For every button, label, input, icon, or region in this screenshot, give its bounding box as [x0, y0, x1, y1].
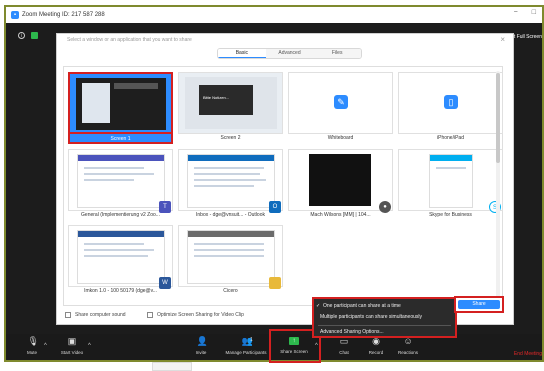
grid-scrollbar[interactable] [496, 71, 500, 299]
share-options-grid: Screen 1 Bitte Notizen... Screen 2 ✎ Whi… [63, 66, 503, 306]
menu-one-participant[interactable]: One participant can share at a time [323, 303, 401, 309]
invite-button[interactable]: 👤 Invite [181, 336, 221, 360]
tile-thumbnail: Bitte Notizen... [178, 72, 283, 134]
chat-icon: ▭ [339, 336, 349, 346]
tile-label: General (Implementierung v2 Zoo... [81, 212, 160, 218]
maximize-button[interactable]: □ [532, 9, 536, 16]
dialog-header: Select a window or an application that y… [57, 34, 513, 46]
tile-thumbnail: ✎ [288, 72, 393, 134]
share-dialog: Select a window or an application that y… [56, 33, 514, 325]
mute-label: Mute [26, 350, 37, 355]
zoom-window: ▪ Zoom Meeting ID: 217 587 288 − □ i Exi… [4, 5, 544, 362]
preview-text: Bitte Notizen... [203, 95, 230, 100]
check-icon: ✓ [316, 303, 321, 309]
tile-thumbnail [68, 149, 173, 211]
manage-participants-label: Manage Participants [225, 350, 267, 355]
start-video-button[interactable]: ▣ Start Video [52, 336, 92, 360]
menu-advanced-sharing[interactable]: Advanced Sharing Options... [320, 329, 384, 335]
zoom-app-icon: ▪ [11, 11, 19, 19]
dialog-hint: Select a window or an application that y… [67, 37, 192, 43]
share-tile-whiteboard[interactable]: ✎ Whiteboard [288, 72, 393, 144]
optimize-video-label: Optimize Screen Sharing for Video Clip [157, 312, 244, 318]
window-controls: − □ [514, 9, 536, 16]
video-off-icon: ▣ [67, 336, 77, 346]
minimize-button[interactable]: − [514, 9, 518, 16]
end-meeting-button[interactable]: End Meeting [514, 351, 542, 357]
tile-label: Screen 1 [68, 134, 173, 144]
tile-thumbnail [178, 149, 283, 211]
tile-thumbnail [288, 149, 393, 211]
video-options-chevron-icon[interactable]: ^ [88, 343, 91, 349]
add-person-icon: 👤 [196, 336, 208, 346]
share-button-highlight: Share [454, 296, 504, 313]
share-tile-outlook[interactable]: O Inbox - dge@vnsuit... - Outlook [178, 149, 283, 221]
share-button[interactable]: Share [458, 300, 500, 309]
meeting-status-icons: i [18, 32, 38, 39]
lock-icon[interactable] [31, 32, 38, 39]
reactions-icon: ☺ [403, 336, 413, 346]
share-sound-checkbox[interactable] [65, 312, 71, 318]
device-icon: ▯ [444, 95, 458, 109]
invite-label: Invite [195, 350, 207, 355]
tile-label: Mach Wilsons [MM] | 104... [310, 212, 371, 218]
tile-label: iPhone/iPad [437, 135, 464, 141]
tile-thumbnail [68, 225, 173, 287]
tile-label: Skype for Business [429, 212, 472, 218]
reactions-label: Reactions [397, 350, 418, 355]
share-tile-cicero[interactable]: Cicero [178, 225, 283, 297]
window-title: Zoom Meeting ID: 217 587 288 [22, 12, 105, 18]
share-tile-teams[interactable]: T General (Implementierung v2 Zoo... [68, 149, 173, 221]
microphone-icon: 🎙 [27, 336, 39, 346]
start-video-label: Start Video [60, 350, 84, 355]
tab-basic[interactable]: Basic [218, 49, 266, 58]
taskbar-strip [0, 362, 544, 371]
tile-thumbnail [178, 225, 283, 287]
share-tile-word[interactable]: W Imkon 1.0 - 100 50179 (dge@v... [68, 225, 173, 297]
tab-files[interactable]: Files [313, 49, 361, 58]
tile-label: Whiteboard [327, 135, 354, 141]
tile-label: Imkon 1.0 - 100 50179 (dge@v... [84, 288, 157, 294]
optimize-video-checkbox[interactable] [147, 312, 153, 318]
share-tile-video[interactable]: ● Mach Wilsons [MM] | 104... [288, 149, 393, 221]
tab-advanced[interactable]: Advanced [265, 49, 314, 58]
reactions-button[interactable]: ☺ Reactions [388, 336, 428, 360]
participants-count: 1 [250, 337, 253, 343]
mute-button[interactable]: 🎙 Mute [12, 336, 52, 360]
share-tile-skype[interactable]: S Skype for Business [398, 149, 503, 221]
zoom-screen: ▪ Zoom Meeting ID: 217 587 288 − □ i Exi… [0, 0, 544, 371]
share-tabs: Basic Advanced Files [217, 48, 362, 59]
close-icon[interactable]: × [500, 35, 505, 44]
tile-thumbnail [398, 149, 503, 211]
record-icon: ◉ [372, 336, 380, 346]
menu-multiple-participants[interactable]: Multiple participants can share simultan… [320, 314, 422, 320]
share-tile-screen-2[interactable]: Bitte Notizen... Screen 2 [178, 72, 283, 144]
tile-label: Screen 2 [220, 135, 241, 141]
menu-divider [318, 325, 451, 326]
share-tile-screen-1[interactable]: Screen 1 [68, 72, 173, 144]
info-icon[interactable]: i [18, 32, 25, 39]
share-tile-iphone-ipad[interactable]: ▯ iPhone/iPad [398, 72, 503, 144]
pencil-icon: ✎ [334, 95, 348, 109]
share-options-menu: ✓ One participant can share at a time Mu… [312, 297, 457, 338]
title-bar: ▪ Zoom Meeting ID: 217 587 288 − □ [6, 7, 542, 23]
share-sound-label: Share computer sound [75, 312, 126, 318]
mute-options-chevron-icon[interactable]: ^ [44, 343, 47, 349]
tile-label: Cicero [223, 288, 238, 294]
tile-thumbnail [68, 72, 173, 134]
tile-thumbnail: ▯ [398, 72, 503, 134]
manage-participants-button[interactable]: 👥 1 Manage Participants [220, 337, 272, 360]
taskbar-window [152, 362, 192, 371]
tile-label: Inbox - dge@vnsuit... - Outlook [196, 212, 265, 218]
